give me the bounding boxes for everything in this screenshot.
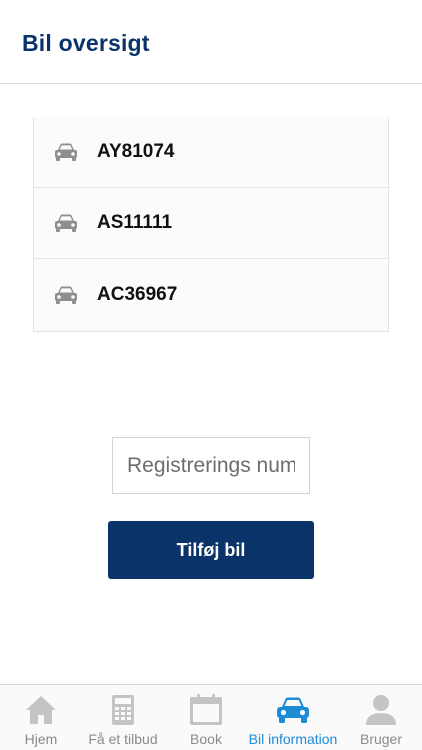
add-car-button[interactable]: Tilføj bil xyxy=(108,521,314,579)
home-icon xyxy=(24,693,58,727)
nav-item-home[interactable]: Hjem xyxy=(18,685,64,750)
nav-label: Bil information xyxy=(248,731,338,747)
nav-label: Hjem xyxy=(24,731,58,747)
nav-label: Book xyxy=(190,731,222,747)
car-list-item[interactable]: AC36967 xyxy=(34,259,388,331)
car-list-item[interactable]: AY81074 xyxy=(34,117,388,188)
nav-item-book[interactable]: Book xyxy=(184,685,228,750)
car-list: AY81074 AS11111 AC36967 xyxy=(33,117,389,332)
bottom-nav: Hjem Få et tilbud Book Bil information B… xyxy=(0,684,422,750)
car-list-item[interactable]: AS11111 xyxy=(34,188,388,259)
calculator-icon xyxy=(111,693,135,727)
nav-label: Bruger xyxy=(359,731,403,747)
calendar-icon xyxy=(189,693,223,727)
car-plate: AY81074 xyxy=(97,141,175,162)
user-icon xyxy=(364,693,398,727)
nav-item-quote[interactable]: Få et tilbud xyxy=(84,685,162,750)
page-title: Bil oversigt xyxy=(22,30,150,56)
nav-item-car-information[interactable]: Bil information xyxy=(244,685,342,750)
car-icon xyxy=(53,212,79,234)
app-header: Bil oversigt xyxy=(0,0,422,84)
nav-label: Få et tilbud xyxy=(88,731,158,747)
car-icon xyxy=(53,284,79,306)
car-plate: AS11111 xyxy=(97,212,173,233)
car-icon xyxy=(53,141,79,163)
registration-number-input[interactable] xyxy=(112,437,310,494)
nav-item-user[interactable]: Bruger xyxy=(358,685,404,750)
car-icon xyxy=(275,693,311,727)
car-plate: AC36967 xyxy=(97,284,178,305)
